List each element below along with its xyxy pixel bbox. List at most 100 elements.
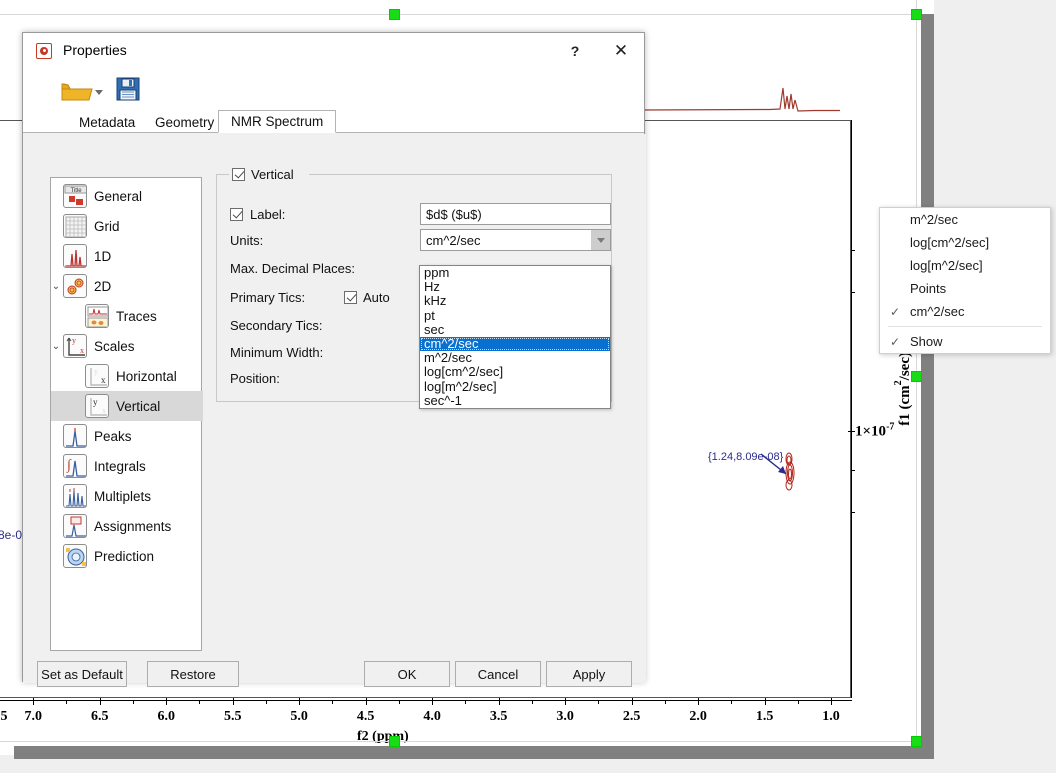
vertical-group-title[interactable]: Vertical [229, 165, 297, 183]
apply-button[interactable]: Apply [546, 661, 632, 687]
tree-item-general[interactable]: Title General [51, 181, 203, 211]
tab-metadata[interactable]: Metadata [67, 111, 147, 133]
context-menu-item-log-m-2-sec-[interactable]: log[m^2/sec] [880, 254, 1050, 277]
context-menu-item-label: Show [910, 334, 943, 349]
check-icon: ✓ [889, 334, 901, 349]
x-axis-tick [232, 698, 234, 705]
tree-item-integrals[interactable]: ∫ Integrals [51, 451, 203, 481]
context-menu-item-m-2-sec[interactable]: m^2/sec [880, 208, 1050, 231]
units-option-cm-2-sec[interactable]: cm^2/sec [420, 336, 610, 352]
tree-item-prediction[interactable]: Prediction [51, 541, 203, 571]
dialog-titlebar[interactable]: Properties ? ✕ [23, 33, 644, 69]
primary-tics-auto-checkbox[interactable] [344, 290, 357, 304]
x-axis-tick [565, 698, 567, 705]
selection-handle-middle-right[interactable] [911, 371, 922, 382]
svg-text:∫: ∫ [66, 458, 72, 473]
units-option-sec[interactable]: sec [420, 322, 610, 337]
tree-item-label: Vertical [116, 398, 161, 414]
traces-icon [85, 304, 109, 328]
x-axis-tick [99, 698, 101, 705]
context-menu-item-points[interactable]: Points [880, 277, 1050, 300]
tree-item-horizontal[interactable]: y x Horizontal [51, 361, 203, 391]
ok-button[interactable]: OK [364, 661, 450, 687]
tree-item-peaks[interactable]: Peaks [51, 421, 203, 451]
chevron-down-icon[interactable]: ⌄ [49, 339, 63, 353]
set-as-default-button[interactable]: Set as Default [37, 661, 127, 687]
prediction-icon [63, 544, 87, 568]
label-text-input[interactable]: $d$ ($u$) [420, 203, 611, 225]
tree-item-scales[interactable]: ⌄ y x Scales [51, 331, 203, 361]
minimum-width-label: Minimum Width: [230, 344, 324, 360]
peak-annotation-label: {1.24,8.09e-08} [708, 451, 784, 463]
selection-handle-bottom[interactable] [389, 736, 400, 747]
units-option-log-cm-2-sec-[interactable]: log[cm^2/sec] [420, 365, 610, 379]
primary-tics-auto[interactable]: Auto [344, 286, 390, 308]
units-combobox[interactable]: cm^2/sec [420, 229, 611, 251]
chevron-down-icon[interactable] [95, 90, 103, 95]
x-axis-tick [764, 698, 766, 705]
close-icon[interactable]: ✕ [598, 33, 644, 69]
units-option-khz[interactable]: kHz [420, 294, 610, 308]
tree-item-grid[interactable]: Grid [51, 211, 203, 241]
x-axis-line [0, 700, 852, 701]
context-menu-separator [888, 326, 1042, 327]
units-option-ppm[interactable]: ppm [420, 265, 610, 280]
context-menu-item-log-cm-2-sec-[interactable]: log[cm^2/sec] [880, 231, 1050, 254]
tree-item-label: Grid [94, 218, 120, 234]
settings-tree[interactable]: Title General Grid 1D ⌄ 2D Traces ⌄ y x Scales y x Ho… [50, 177, 203, 651]
x-axis-tick-minor [66, 700, 68, 704]
grid-icon [63, 214, 87, 238]
tree-item-assignments[interactable]: Assignments [51, 511, 203, 541]
x-axis-tick-label: 7.0 [24, 709, 42, 724]
selection-handle-top[interactable] [389, 9, 400, 20]
tree-item-1d[interactable]: 1D [51, 241, 203, 271]
svg-text:x: x [80, 346, 84, 355]
x-axis-tick-minor [797, 700, 799, 704]
tree-item-vertical[interactable]: y x Vertical [51, 391, 203, 421]
label-enable-checkbox[interactable] [230, 207, 243, 221]
chevron-down-icon[interactable]: ⌄ [49, 279, 63, 293]
units-row-label: Units: [230, 232, 264, 248]
label-row: Label: [230, 203, 285, 225]
chevron-down-icon[interactable] [591, 230, 610, 250]
x-axis-tick [831, 698, 833, 705]
y-axis-title: f1 (cm2/sec) [893, 352, 914, 426]
units-option-log-m-2-sec-[interactable]: log[m^2/sec] [420, 379, 610, 394]
context-menu-item-cm-2-sec[interactable]: ✓ cm^2/sec [880, 300, 1050, 323]
restore-button[interactable]: Restore [147, 661, 239, 687]
cancel-button[interactable]: Cancel [455, 661, 541, 687]
tree-item-multiplets[interactable]: Multiplets [51, 481, 203, 511]
units-option-m-2-sec[interactable]: m^2/sec [420, 350, 610, 365]
context-menu-item-show[interactable]: ✓ Show [880, 330, 1050, 353]
tab-nmr-spectrum[interactable]: NMR Spectrum [218, 110, 337, 133]
dialog-body: Title General Grid 1D ⌄ 2D Traces ⌄ y x Scales y x Ho… [23, 134, 646, 687]
units-option-sec-1[interactable]: sec^-1 [420, 393, 610, 408]
open-folder-button[interactable] [61, 77, 103, 103]
y-axis-tick-minor [851, 292, 855, 293]
general-title-icon: Title [63, 184, 87, 208]
save-floppy-icon[interactable] [115, 76, 141, 102]
minimum-width-row: Minimum Width: [230, 341, 323, 363]
vertical-enable-checkbox[interactable] [232, 167, 245, 181]
selection-handle-bottom-right[interactable] [911, 736, 922, 747]
units-context-menu[interactable]: m^2/sec log[cm^2/sec] log[m^2/sec] Points ✓ c… [879, 207, 1051, 354]
units-option-hz[interactable]: Hz [420, 279, 610, 294]
x-axis-tick-label: 1.5 [755, 709, 774, 724]
units-dropdown-list[interactable]: ppm Hz kHz pt sec cm^2/sec m^2/sec log[cm^2/sec… [419, 265, 611, 409]
selection-guide-bottom [0, 741, 921, 742]
tree-item-label: General [94, 188, 143, 204]
x-axis-tick [498, 698, 500, 705]
units-option-pt[interactable]: pt [420, 308, 610, 323]
max-decimal-places-label: Max. Decimal Places: [230, 260, 355, 276]
tree-item-2d[interactable]: ⌄ 2D [51, 271, 203, 301]
primary-tics-row: Primary Tics: [230, 286, 305, 308]
selection-handle-top-right[interactable] [911, 9, 922, 20]
help-button[interactable]: ? [552, 33, 598, 69]
x-axis-tick-label: 3.0 [556, 709, 574, 724]
multiplets-icon [63, 484, 87, 508]
tree-item-traces[interactable]: Traces [51, 301, 203, 331]
x-axis-tick [33, 698, 35, 705]
x-axis-tick-label-partial: 5 [0, 709, 8, 724]
tab-geometry[interactable]: Geometry [143, 111, 226, 133]
integrals-icon: ∫ [63, 454, 87, 478]
